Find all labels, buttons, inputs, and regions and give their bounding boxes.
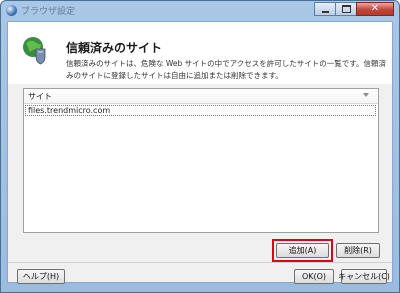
page-description: 信頼済みのサイトは、危険な Web サイトの中でアクセスを許可したサイトの一覧で… [66, 59, 386, 80]
delete-button[interactable]: 削除(R) [336, 243, 380, 258]
help-button[interactable]: ヘルプ(H) [17, 269, 65, 284]
app-icon [6, 5, 17, 16]
dialog-window: ブラウザ設定 ✕ 信頼済みのサイト 信頼済みのサイトは、危険な Web サイトの… [0, 0, 400, 293]
add-button[interactable]: 追加(A) [276, 243, 329, 258]
close-button[interactable]: ✕ [356, 2, 394, 16]
maximize-button[interactable] [335, 2, 357, 16]
list-item-text: files.trendmicro.com [28, 106, 111, 115]
ok-button[interactable]: OK(O) [294, 269, 334, 284]
dialog-header: 信頼済みのサイト 信頼済みのサイトは、危険な Web サイトの中でアクセスを許可… [8, 22, 392, 84]
cancel-button[interactable]: キャンセル(C) [338, 269, 390, 284]
sort-arrow-icon [363, 93, 369, 97]
trusted-site-list[interactable]: サイト files.trendmicro.com [23, 88, 379, 233]
minimize-button[interactable] [314, 2, 336, 16]
close-icon: ✕ [370, 3, 380, 14]
caption-buttons: ✕ [314, 2, 394, 17]
list-item[interactable]: files.trendmicro.com [25, 105, 376, 116]
page-title: 信頼済みのサイト [66, 41, 163, 55]
list-column-header[interactable]: サイト [24, 89, 378, 104]
shield-globe-icon [23, 37, 46, 65]
column-label-site: サイト [28, 92, 52, 101]
footer-divider [8, 262, 392, 263]
minimize-icon [321, 10, 329, 13]
title-bar[interactable]: ブラウザ設定 ✕ [1, 1, 399, 21]
dialog-client-area: 信頼済みのサイト 信頼済みのサイトは、危険な Web サイトの中でアクセスを許可… [7, 21, 393, 284]
maximize-icon [341, 5, 351, 13]
window-title: ブラウザ設定 [21, 7, 76, 17]
